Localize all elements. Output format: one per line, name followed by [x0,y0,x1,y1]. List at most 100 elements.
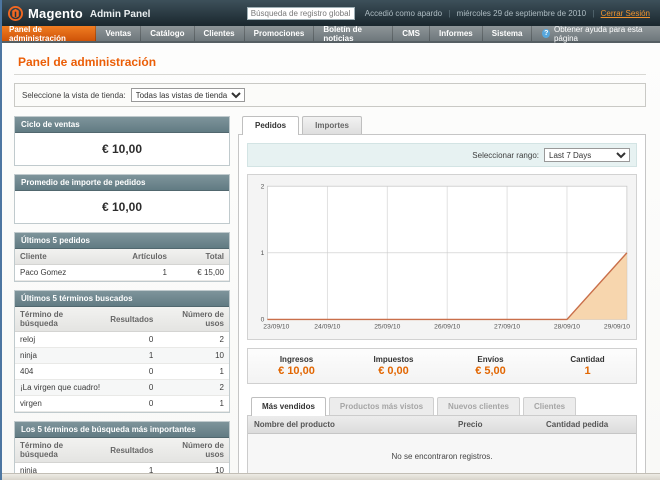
table-row[interactable]: ninja 1 10 [15,347,229,364]
col-articulos: Artículos [102,249,172,265]
panel-title: Los 5 términos de búsqueda más important… [15,422,229,438]
range-select[interactable]: Last 7 Days [544,148,630,162]
average-orders-value: € 10,00 [101,200,143,214]
last-search-terms-panel: Últimos 5 términos buscados Término de b… [14,290,230,413]
stat-value: 1 [584,365,591,377]
page-content: Panel de administración Seleccione la vi… [0,43,660,480]
tab-pedidos[interactable]: Pedidos [242,116,300,135]
tab-nuevos-clientes[interactable]: Nuevos clientes [437,397,520,415]
lifetime-sales-panel: Ciclo de ventas € 10,00 [14,116,230,166]
stat-value: € 0,00 [378,365,409,377]
col-resultados: Resultados [105,307,159,332]
col-usos: Número de usos [158,307,229,332]
average-orders-panel: Promedio de importe de pedidos € 10,00 [14,174,230,224]
table-header-row: Nombre del producto Precio Cantidad pedi… [248,416,636,434]
svg-text:26/09/10: 26/09/10 [434,324,460,331]
store-view-select[interactable]: Todas las vistas de tienda [130,88,245,102]
main-navigation: Panel de administración Ventas Catálogo … [0,24,660,43]
bestsellers-table: Nombre del producto Precio Cantidad pedi… [247,415,637,480]
col-termino: Término de búsqueda [15,438,106,463]
col-usos: Número de usos [158,438,229,463]
window-left-border [0,0,2,480]
brand-suffix: Admin Panel [89,8,151,20]
nav-item-ventas[interactable]: Ventas [96,26,142,41]
cell: 1 [158,363,229,380]
table-row[interactable]: virgen 0 1 [15,395,229,412]
stat-label: Ingresos [279,355,314,364]
svg-text:24/09/10: 24/09/10 [314,324,340,331]
nav-item-promociones[interactable]: Promociones [245,26,315,41]
cell: 1 [158,395,229,412]
cell-cliente: Paco Gomez [15,264,103,281]
tab-clientes[interactable]: Clientes [522,397,577,415]
svg-text:0: 0 [261,317,265,324]
svg-text:2: 2 [261,183,265,190]
last-search-terms-body: reloj 0 2 ninja 1 10 404 0 1 ¡La virgen que cuadr… [15,331,229,412]
current-date: miércoles 29 de septiembre de 2010 [456,8,587,18]
orders-chart: 0 1 2 23/09/10 24/09/10 25/09/10 26/09/10 27/09… [247,174,637,340]
chart-panel: Seleccionar rango: Last 7 Days 0 1 2 23/09/… [238,134,646,480]
cell-total: € 15,00 [171,264,229,281]
brand: Magento Admin Panel [8,5,151,21]
cell: 0 [105,363,159,380]
logout-link[interactable]: Cerrar Sesión [601,9,650,18]
nav-item-catalogo[interactable]: Catálogo [141,26,195,41]
nav-item-informes[interactable]: Informes [430,26,483,41]
last-search-terms-table: Término de búsqueda Resultados Número de… [15,307,229,412]
svg-text:29/09/10: 29/09/10 [604,324,630,331]
brand-name: Magento [28,5,83,21]
svg-text:28/09/10: 28/09/10 [554,324,580,331]
page-title: Panel de administración [18,55,157,69]
table-header-row: Término de búsqueda Resultados Número de… [15,438,229,463]
cell: 10 [158,347,229,364]
logged-in-as: Accedió como apardo [364,8,443,18]
stat-cantidad: Cantidad 1 [539,355,636,377]
top-search-terms-panel: Los 5 términos de búsqueda más important… [14,421,230,480]
nav-item-cms[interactable]: CMS [393,26,430,41]
table-header-row: Término de búsqueda Resultados Número de… [15,307,229,332]
nav-item-dashboard[interactable]: Panel de administración [0,25,97,43]
panel-title: Últimos 5 pedidos [15,233,229,249]
store-view-bar: Seleccione la vista de tienda: Todas las… [14,83,646,107]
col-cantidad-pedida: Cantidad pedida [546,420,609,429]
table-row[interactable]: ¡La virgen que cuadro! 0 2 [15,379,229,396]
help-link[interactable]: ? Obtener ayuda para esta página [532,24,660,43]
tab-importes[interactable]: Importes [302,116,362,134]
nav-item-sistema[interactable]: Sistema [483,26,533,41]
tab-mas-vendidos[interactable]: Más vendidos [251,397,326,416]
cell: reloj [15,331,106,348]
col-nombre-producto: Nombre del producto [254,420,335,429]
table-header-row: Cliente Artículos Total [15,249,229,265]
table-row[interactable]: 404 0 1 [15,363,229,380]
svg-text:25/09/10: 25/09/10 [374,324,400,331]
window-bottom-bar [0,473,660,480]
col-total: Total [171,249,229,265]
global-search-input[interactable] [246,6,355,20]
last-orders-table: Cliente Artículos Total Paco Gomez 1 € 1… [15,249,229,281]
header-meta: Accedió como apardo | miércoles 29 de se… [365,9,650,18]
stat-label: Envíos [477,355,504,364]
nav-item-clientes[interactable]: Clientes [195,26,245,41]
nav-item-boletin[interactable]: Boletín de noticias [314,25,394,43]
table-row[interactable]: reloj02 [15,331,229,348]
magento-logo-icon [8,5,23,21]
last-orders-panel: Últimos 5 pedidos Cliente Artículos Tota… [14,232,230,282]
cell-articulos: 1 [102,264,172,281]
cell: 2 [158,379,229,396]
table-row[interactable]: Paco Gomez 1 € 15,00 [15,264,229,281]
panel-title: Últimos 5 términos buscados [15,291,229,307]
stat-envios: Envíos € 5,00 [442,355,539,377]
left-column: Ciclo de ventas € 10,00 Promedio de impo… [14,116,230,480]
stat-value: € 5,00 [475,365,506,377]
title-divider [14,74,646,75]
cell: ninja [15,347,106,364]
tab-productos-mas-vistos[interactable]: Productos más vistos [328,397,435,415]
right-column: Pedidos Importes Seleccionar rango: Last… [238,116,646,480]
cell: 1 [105,347,159,364]
range-bar: Seleccionar rango: Last 7 Days [247,143,637,167]
range-label: Seleccionar rango: [472,150,539,160]
orders-area-chart: 0 1 2 23/09/10 24/09/10 25/09/10 26/09/10 27/09… [261,183,630,331]
col-resultados: Resultados [105,438,159,463]
cell: virgen [15,395,106,412]
help-label: Obtener ayuda para esta página [553,24,643,43]
